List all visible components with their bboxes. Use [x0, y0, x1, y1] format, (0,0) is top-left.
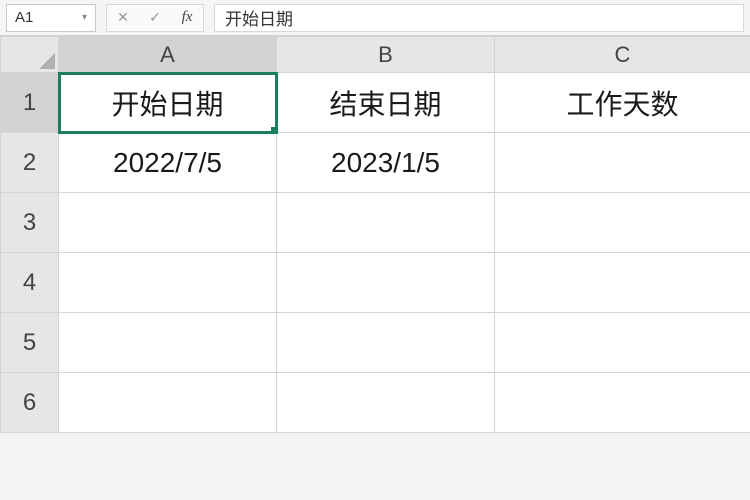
column-header-A[interactable]: A [59, 37, 277, 73]
confirm-button[interactable]: ✓ [139, 5, 171, 31]
cell-B3[interactable] [277, 193, 495, 253]
cell-B2[interactable]: 2023/1/5 [277, 133, 495, 193]
x-icon: ✕ [117, 9, 129, 26]
table-row: 1 开始日期 结束日期 工作天数 [1, 73, 750, 133]
fx-icon: fx [182, 9, 193, 26]
name-box-value: A1 [15, 9, 82, 26]
column-header-B[interactable]: B [277, 37, 495, 73]
cell-A1[interactable]: 开始日期 [59, 73, 277, 133]
formula-input[interactable]: 开始日期 [214, 4, 744, 32]
cell-A5[interactable] [59, 313, 277, 373]
formula-bar: A1 ▾ ✕ ✓ fx 开始日期 [0, 0, 750, 36]
cell-C6[interactable] [495, 373, 750, 433]
row-header-1[interactable]: 1 [1, 73, 59, 133]
chevron-down-icon[interactable]: ▾ [82, 12, 87, 23]
name-box[interactable]: A1 ▾ [6, 4, 96, 32]
table-row: 2 2022/7/5 2023/1/5 [1, 133, 750, 193]
formula-input-value: 开始日期 [225, 5, 293, 30]
cell-A3[interactable] [59, 193, 277, 253]
cell-C2[interactable] [495, 133, 750, 193]
insert-function-button[interactable]: fx [171, 5, 203, 31]
table-row: 4 [1, 253, 750, 313]
table-row: 6 [1, 373, 750, 433]
row-header-3[interactable]: 3 [1, 193, 59, 253]
formula-bar-buttons: ✕ ✓ fx [106, 4, 204, 32]
row-header-4[interactable]: 4 [1, 253, 59, 313]
cell-C1[interactable]: 工作天数 [495, 73, 750, 133]
cell-C5[interactable] [495, 313, 750, 373]
select-all-corner[interactable] [1, 37, 59, 73]
cell-A4[interactable] [59, 253, 277, 313]
table-row: 3 [1, 193, 750, 253]
cell-B1[interactable]: 结束日期 [277, 73, 495, 133]
table-row: 5 [1, 313, 750, 373]
cell-B4[interactable] [277, 253, 495, 313]
column-header-row: A B C [1, 37, 750, 73]
row-header-2[interactable]: 2 [1, 133, 59, 193]
row-header-6[interactable]: 6 [1, 373, 59, 433]
cell-A6[interactable] [59, 373, 277, 433]
cell-B5[interactable] [277, 313, 495, 373]
check-icon: ✓ [149, 9, 161, 26]
cancel-button[interactable]: ✕ [107, 5, 139, 31]
cell-B6[interactable] [277, 373, 495, 433]
cell-A2[interactable]: 2022/7/5 [59, 133, 277, 193]
column-header-C[interactable]: C [495, 37, 750, 73]
spreadsheet-grid: A B C 1 开始日期 结束日期 工作天数 2 2022/7/5 2023/1… [0, 36, 750, 433]
cell-C3[interactable] [495, 193, 750, 253]
cell-C4[interactable] [495, 253, 750, 313]
row-header-5[interactable]: 5 [1, 313, 59, 373]
